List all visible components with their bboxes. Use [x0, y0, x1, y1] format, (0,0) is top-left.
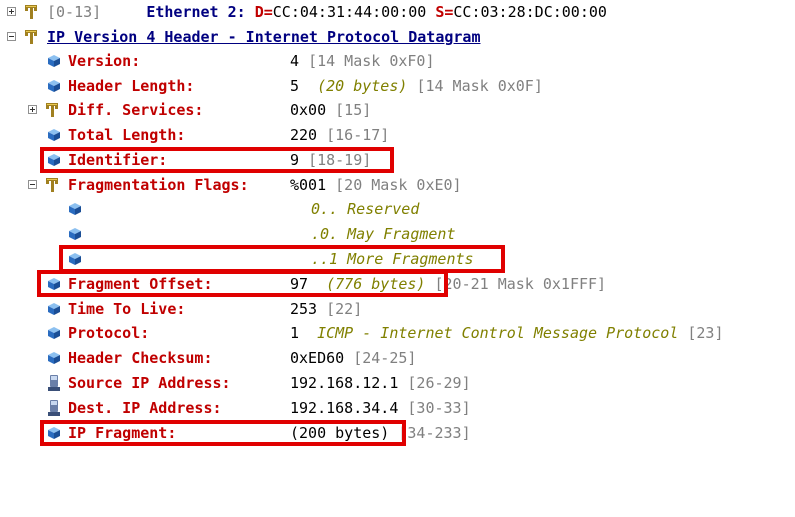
collapse-minus-icon[interactable]: [28, 180, 37, 189]
highlight-box-fragment-offset: [37, 270, 448, 297]
computer-icon: [48, 375, 60, 391]
field-label: Diff. Services:: [68, 101, 204, 119]
field-label: Time To Live:: [68, 300, 186, 318]
field-note: (20 bytes): [317, 77, 408, 95]
ethernet-title: Ethernet 2:: [146, 3, 246, 21]
flag-row-may-fragment[interactable]: .0. May Fragment: [0, 222, 795, 246]
tree-row-ethernet[interactable]: [0-13] Ethernet 2: D=CC:04:31:44:00:00 S…: [0, 0, 795, 24]
field-value: 4: [290, 52, 300, 70]
field-cube-icon: [48, 80, 60, 92]
field-cube-icon: [48, 327, 60, 339]
collapse-minus-icon[interactable]: [7, 32, 16, 41]
field-cube-icon: [69, 203, 81, 215]
field-cube-icon: [48, 55, 60, 67]
flag-text: 0.. Reserved: [311, 200, 420, 218]
field-value: %001: [290, 176, 327, 194]
field-row-dest-ip[interactable]: Dest. IP Address: 192.168.34.4 [30-33]: [0, 396, 795, 420]
field-note: ICMP - Internet Control Message Protocol: [317, 324, 679, 342]
field-row-header-length[interactable]: Header Length: 5 (20 bytes) [14 Mask 0x0…: [0, 74, 795, 98]
byte-range: [24-25]: [353, 349, 417, 367]
byte-range: [34-233]: [398, 424, 471, 442]
protocol-fork-icon: [46, 178, 58, 192]
byte-range: [15]: [335, 101, 372, 119]
byte-range: [0-13]: [47, 3, 102, 21]
field-label: Version:: [68, 52, 141, 70]
byte-range: [30-33]: [407, 399, 471, 417]
field-cube-icon: [48, 129, 60, 141]
highlight-box-ip-fragment: [40, 420, 406, 446]
protocol-fork-icon: [25, 5, 37, 19]
byte-range: [20 Mask 0xE0]: [335, 176, 462, 194]
tree-row-ip-header[interactable]: IP Version 4 Header - Internet Protocol …: [0, 25, 795, 49]
field-value: 5: [290, 77, 300, 95]
field-label: Protocol:: [68, 324, 150, 342]
protocol-fork-icon: [25, 30, 37, 44]
field-value: 1: [290, 324, 300, 342]
byte-range: [26-29]: [407, 374, 471, 392]
field-row-fragmentation-flags[interactable]: Fragmentation Flags: %001 [20 Mask 0xE0]: [0, 173, 795, 197]
field-row-protocol[interactable]: Protocol: 1 ICMP - Internet Control Mess…: [0, 321, 795, 345]
byte-range: [20-21 Mask 0x1FFF]: [434, 275, 607, 293]
field-label: Total Length:: [68, 126, 186, 144]
field-value: 0xED60: [290, 349, 345, 367]
flag-row-reserved[interactable]: 0.. Reserved: [0, 197, 795, 221]
field-label: Header Length:: [68, 77, 195, 95]
field-label: Source IP Address:: [68, 374, 231, 392]
field-row-ttl[interactable]: Time To Live: 253 [22]: [0, 297, 795, 321]
expand-plus-icon[interactable]: [7, 7, 16, 16]
protocol-fork-icon: [46, 103, 58, 117]
byte-range: [14 Mask 0x0F]: [416, 77, 543, 95]
flag-text: .0. May Fragment: [311, 225, 456, 243]
highlight-box-identifier: [40, 147, 394, 173]
byte-range: [14 Mask 0xF0]: [308, 52, 435, 70]
field-cube-icon: [69, 228, 81, 240]
field-row-checksum[interactable]: Header Checksum: 0xED60 [24-25]: [0, 346, 795, 370]
dest-mac: CC:04:31:44:00:00: [272, 3, 427, 21]
byte-range: [16-17]: [326, 126, 390, 144]
field-value: 192.168.34.4: [290, 399, 399, 417]
src-label: S=: [435, 3, 454, 21]
field-value: 220: [290, 126, 318, 144]
field-value: 192.168.12.1: [290, 374, 399, 392]
field-cube-icon: [48, 303, 60, 315]
field-value: 0x00: [290, 101, 327, 119]
field-value: 253: [290, 300, 318, 318]
dest-label: D=: [254, 3, 273, 21]
src-mac: CC:03:28:DC:00:00: [453, 3, 607, 21]
field-row-total-length[interactable]: Total Length: 220 [16-17]: [0, 123, 795, 147]
field-row-source-ip[interactable]: Source IP Address: 192.168.12.1 [26-29]: [0, 371, 795, 395]
ip-header-title[interactable]: IP Version 4 Header - Internet Protocol …: [47, 25, 480, 49]
byte-range: [23]: [687, 324, 724, 342]
field-cube-icon: [48, 352, 60, 364]
byte-range: [22]: [326, 300, 363, 318]
field-label: Dest. IP Address:: [68, 399, 222, 417]
field-label: Fragmentation Flags:: [68, 176, 249, 194]
field-label: Header Checksum:: [68, 349, 213, 367]
computer-icon: [48, 400, 60, 416]
field-row-diff-services[interactable]: Diff. Services: 0x00 [15]: [0, 98, 795, 122]
field-row-version[interactable]: Version: 4 [14 Mask 0xF0]: [0, 49, 795, 73]
highlight-box-more-fragments: [59, 245, 505, 273]
expand-plus-icon[interactable]: [28, 105, 37, 114]
